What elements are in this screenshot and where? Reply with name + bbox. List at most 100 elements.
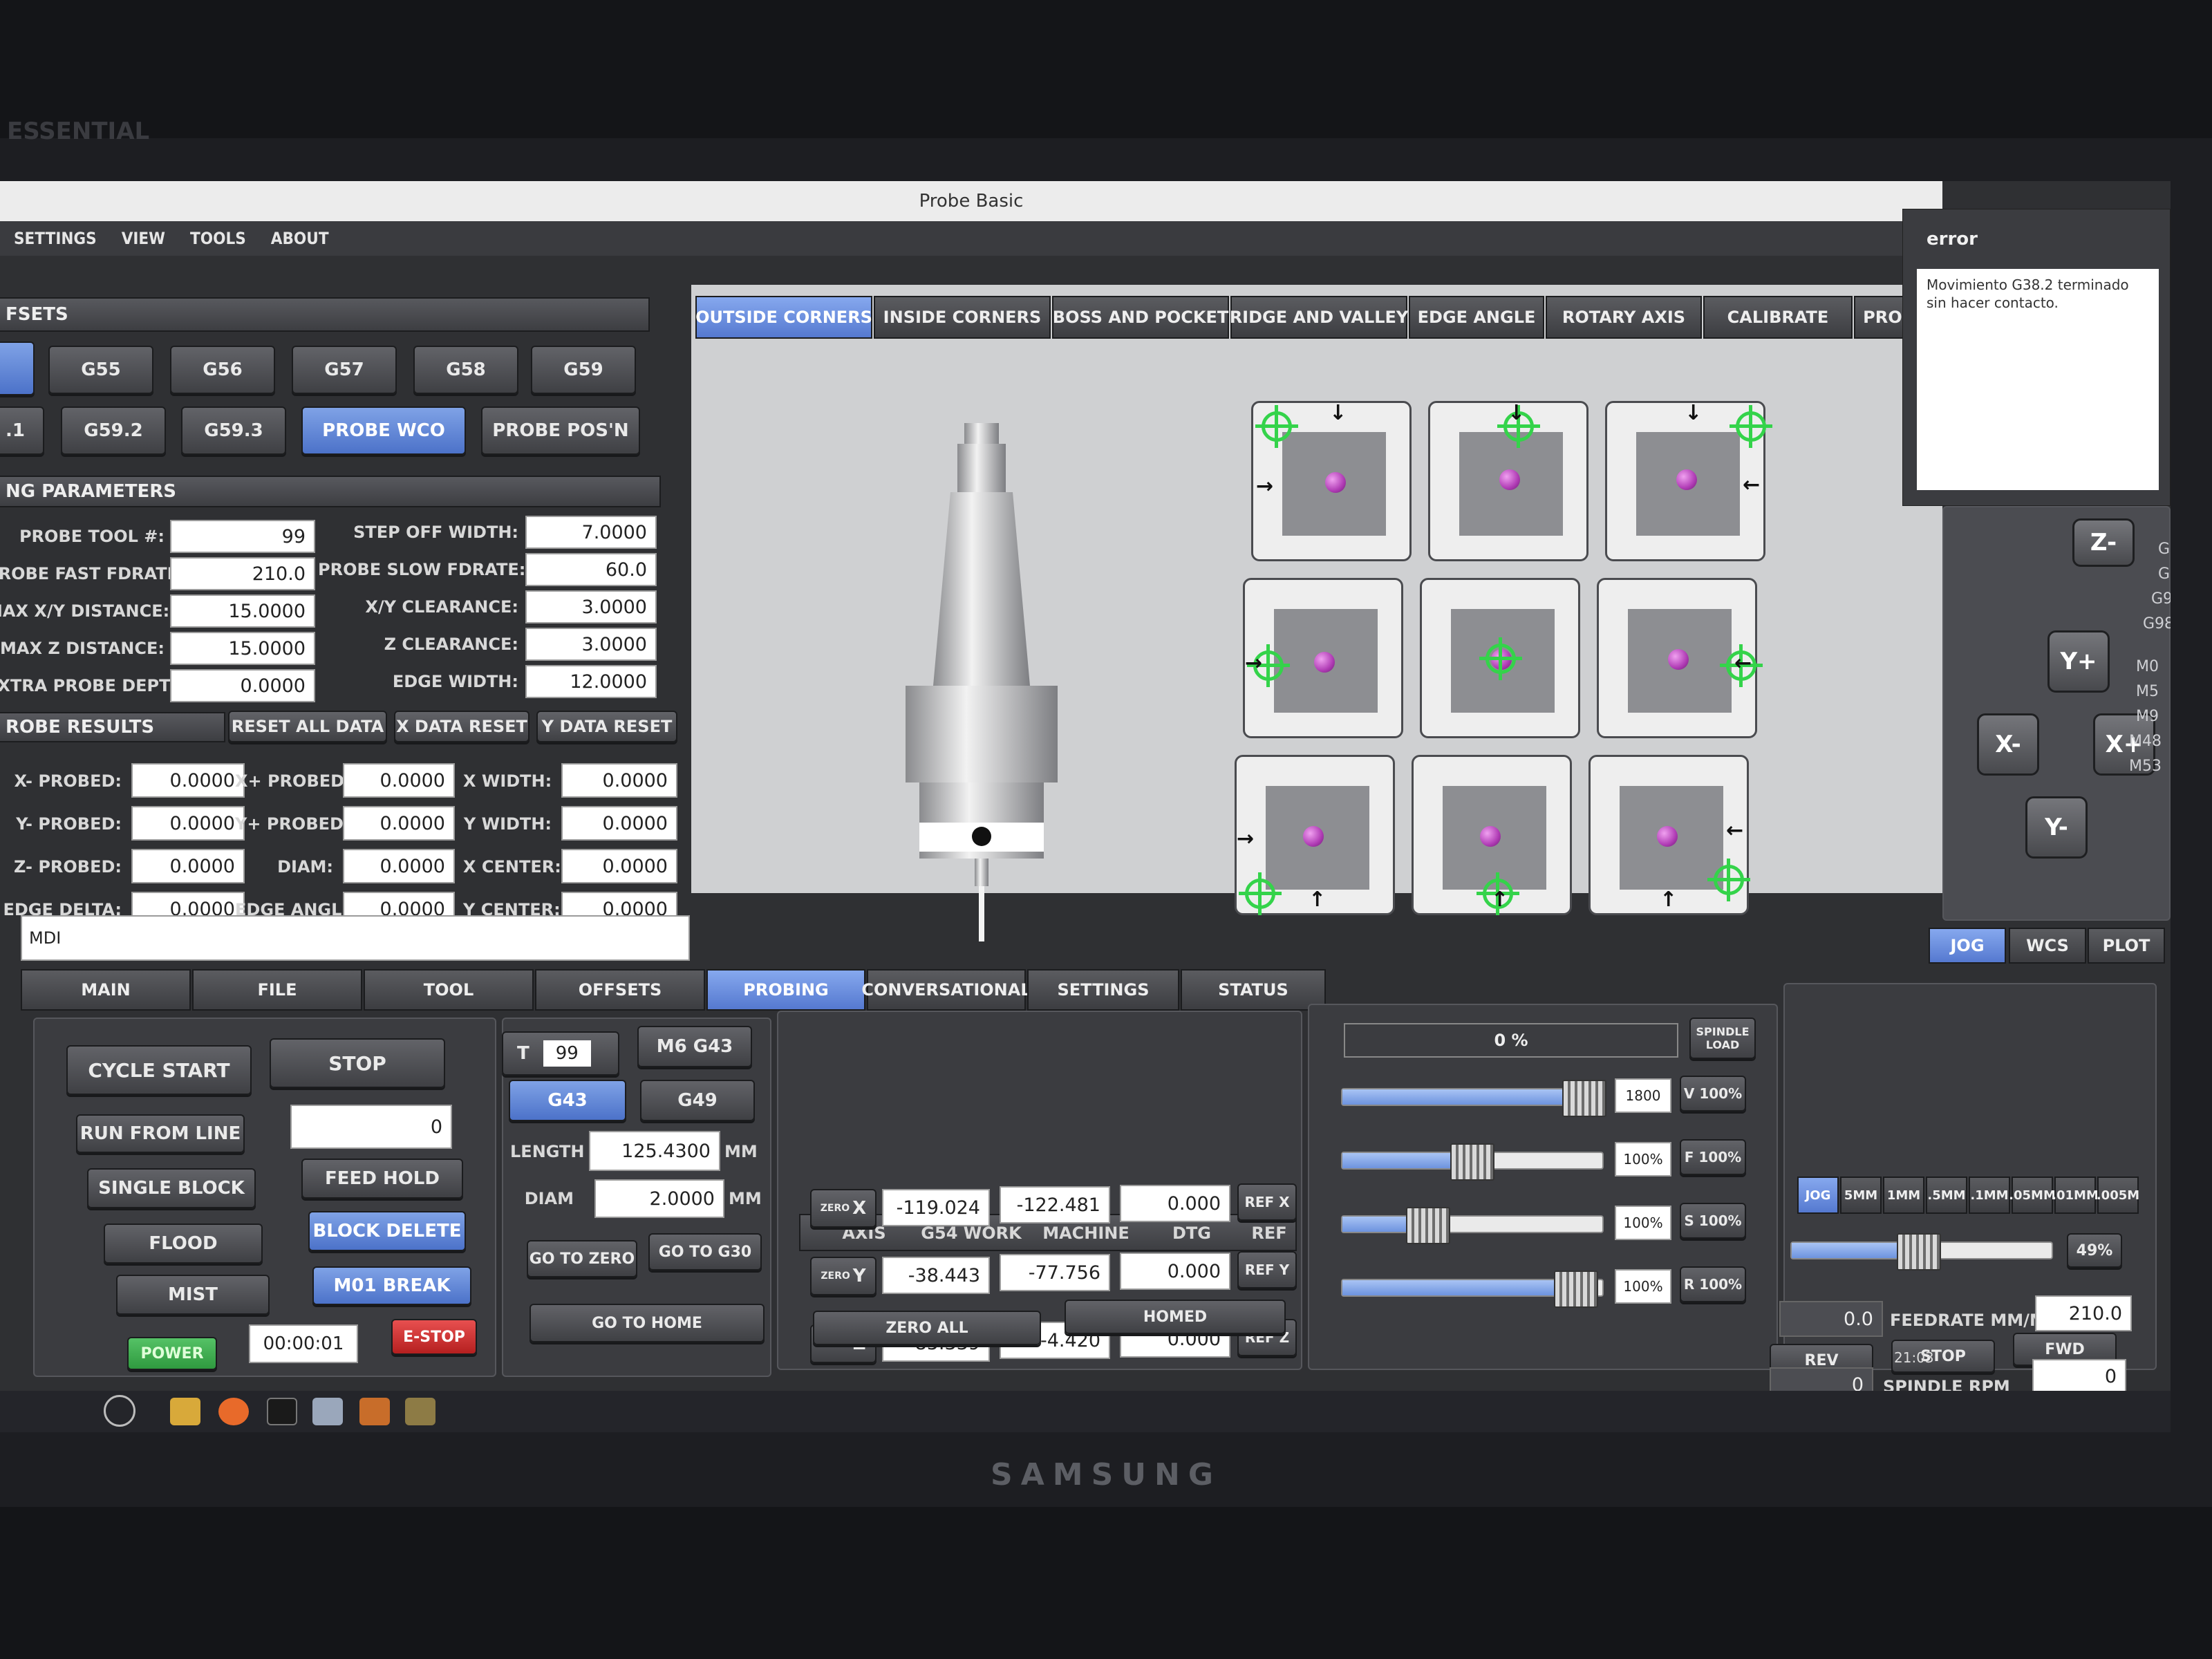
- override-knob[interactable]: [1406, 1207, 1451, 1244]
- offset-g54-button[interactable]: [0, 341, 35, 395]
- go-to-zero-button[interactable]: GO TO ZERO: [527, 1240, 637, 1277]
- override-knob[interactable]: [1554, 1271, 1599, 1308]
- jog-increment-6[interactable]: .01MM: [2052, 1177, 2099, 1214]
- tab-plot[interactable]: PLOT: [2088, 928, 2165, 964]
- window-icon[interactable]: [312, 1398, 343, 1425]
- menu-view[interactable]: VIEW: [122, 229, 165, 248]
- probe-position-3[interactable]: ↓ ←: [1605, 401, 1772, 561]
- spindle-rpm-input[interactable]: 0: [2032, 1359, 2126, 1394]
- probe-position-4[interactable]: →: [1243, 578, 1403, 738]
- jog-rate-slider[interactable]: [1790, 1233, 2053, 1271]
- offset-g59-1-button[interactable]: .1: [0, 406, 44, 455]
- block-delete-button[interactable]: BLOCK DELETE: [308, 1211, 466, 1251]
- files-icon[interactable]: [359, 1398, 390, 1425]
- app-icon[interactable]: [405, 1398, 435, 1425]
- jog-increment-5[interactable]: .05MM: [2009, 1177, 2056, 1214]
- offset-g57-button[interactable]: G57: [292, 346, 397, 394]
- jog-increment-3[interactable]: .5MM: [1926, 1177, 1967, 1214]
- menu-icon[interactable]: [104, 1395, 135, 1427]
- feedrate-input[interactable]: 210.0: [2035, 1295, 2132, 1331]
- jog-increment-2[interactable]: 1MM: [1883, 1177, 1924, 1214]
- run-from-line-input[interactable]: 0: [290, 1105, 452, 1149]
- probe-position-5[interactable]: [1420, 578, 1580, 738]
- jog-z-minus-button[interactable]: Z-: [2072, 518, 2135, 567]
- jog-increment-7[interactable]: .005M: [2097, 1177, 2139, 1214]
- tab-conversational[interactable]: CONVERSATIONAL: [861, 969, 1031, 1011]
- tab-boss-and-pocket[interactable]: BOSS AND POCKET: [1052, 296, 1229, 339]
- param-value[interactable]: 3.0000: [525, 590, 657, 624]
- jog-x-minus-button[interactable]: X-: [1977, 713, 2039, 776]
- probe-position-1[interactable]: ↓ →: [1251, 401, 1412, 561]
- tab-inside-corners[interactable]: INSIDE CORNERS: [874, 296, 1051, 339]
- feed-hold-button[interactable]: FEED HOLD: [301, 1159, 463, 1199]
- param-value[interactable]: 15.0000: [170, 632, 315, 665]
- jog-y-plus-button[interactable]: Y+: [2047, 630, 2110, 693]
- tab-rotary-axis[interactable]: ROTARY AXIS: [1546, 296, 1702, 339]
- offset-g55-button[interactable]: G55: [48, 346, 153, 394]
- tab-main[interactable]: MAIN: [21, 969, 191, 1011]
- override-knob[interactable]: [1562, 1080, 1606, 1117]
- zero-x-button[interactable]: ZERO X: [810, 1189, 877, 1228]
- tab-probing[interactable]: PROBING: [706, 969, 865, 1011]
- override-reset-button[interactable]: V 100%: [1680, 1076, 1746, 1112]
- override-reset-button[interactable]: F 100%: [1680, 1139, 1746, 1175]
- go-to-g30-button[interactable]: GO TO G30: [648, 1233, 762, 1271]
- offset-g59-button[interactable]: G59: [531, 346, 636, 394]
- probe-position-2[interactable]: ↓: [1428, 401, 1588, 561]
- x-data-reset-button[interactable]: X DATA RESET: [394, 711, 529, 742]
- flood-button[interactable]: FLOOD: [104, 1224, 263, 1264]
- override-reset-button[interactable]: S 100%: [1680, 1203, 1746, 1239]
- param-value[interactable]: 99: [170, 520, 315, 553]
- jog-increment-0[interactable]: JOG: [1797, 1177, 1839, 1214]
- single-block-button[interactable]: SINGLE BLOCK: [87, 1168, 256, 1208]
- menu-settings[interactable]: SETTINGS: [14, 229, 97, 248]
- probe-position-8[interactable]: ↑: [1412, 755, 1572, 915]
- tab-jog[interactable]: JOG: [1929, 928, 2006, 964]
- jog-rate-knob[interactable]: [1897, 1233, 1942, 1271]
- menu-about[interactable]: ABOUT: [271, 229, 329, 248]
- reset-all-data-button[interactable]: RESET ALL DATA: [228, 711, 387, 742]
- ref-x-button[interactable]: REF X: [1237, 1183, 1297, 1221]
- go-to-home-visible-button[interactable]: GO TO HOME: [529, 1304, 765, 1342]
- jog-increment-4[interactable]: .1MM: [1969, 1177, 2010, 1214]
- override-slider[interactable]: [1341, 1207, 1604, 1244]
- tab-file[interactable]: FILE: [192, 969, 362, 1011]
- cycle-start-button[interactable]: CYCLE START: [66, 1045, 252, 1095]
- probe-position-7[interactable]: → ↑: [1235, 755, 1395, 915]
- tab-calibrate[interactable]: CALIBRATE: [1703, 296, 1853, 339]
- tab-wcs[interactable]: WCS: [2009, 928, 2086, 964]
- mdi-input[interactable]: MDI: [21, 915, 690, 961]
- tab-tool[interactable]: TOOL: [364, 969, 534, 1011]
- tab-ridge-and-valley[interactable]: RIDGE AND VALLEY: [1230, 296, 1408, 339]
- g43-visible-button[interactable]: G43: [509, 1080, 626, 1121]
- y-data-reset-button[interactable]: Y DATA RESET: [536, 711, 677, 742]
- tab-outside-corners[interactable]: OUTSIDE CORNERS: [695, 296, 872, 339]
- probe-position-6[interactable]: ←: [1597, 578, 1763, 738]
- estop-button[interactable]: E-STOP: [391, 1319, 477, 1355]
- run-from-line-button[interactable]: RUN FROM LINE: [76, 1114, 245, 1153]
- param-value[interactable]: 210.0: [170, 557, 315, 590]
- override-slider[interactable]: [1341, 1271, 1604, 1308]
- m01-break-button[interactable]: M01 BREAK: [312, 1266, 471, 1305]
- param-value[interactable]: 12.0000: [525, 665, 657, 698]
- param-value[interactable]: 15.0000: [170, 594, 315, 628]
- g49-button[interactable]: G49: [640, 1080, 755, 1121]
- stop-button[interactable]: STOP: [270, 1038, 445, 1088]
- menu-tools[interactable]: TOOLS: [190, 229, 246, 248]
- jog-increment-1[interactable]: 5MM: [1840, 1177, 1882, 1214]
- zero-y-button[interactable]: ZERO Y: [810, 1257, 877, 1295]
- offset-g58-button[interactable]: G58: [413, 346, 518, 394]
- jog-y-minus-button[interactable]: Y-: [2025, 796, 2088, 859]
- tab-status[interactable]: STATUS: [1181, 969, 1326, 1011]
- m6-g43-button[interactable]: M6 G43: [637, 1026, 752, 1067]
- probe-position-9[interactable]: ↑ ←: [1588, 755, 1750, 915]
- terminal-icon[interactable]: [267, 1398, 297, 1425]
- tool-number-input[interactable]: 99: [543, 1040, 591, 1067]
- browser-icon[interactable]: [218, 1398, 249, 1425]
- mist-button[interactable]: MIST: [116, 1275, 270, 1315]
- folder-icon[interactable]: [170, 1398, 200, 1425]
- param-value[interactable]: 7.0000: [525, 516, 657, 549]
- power-button[interactable]: POWER: [127, 1337, 217, 1370]
- param-value[interactable]: 60.0: [525, 553, 657, 586]
- param-value[interactable]: 0.0000: [170, 669, 315, 702]
